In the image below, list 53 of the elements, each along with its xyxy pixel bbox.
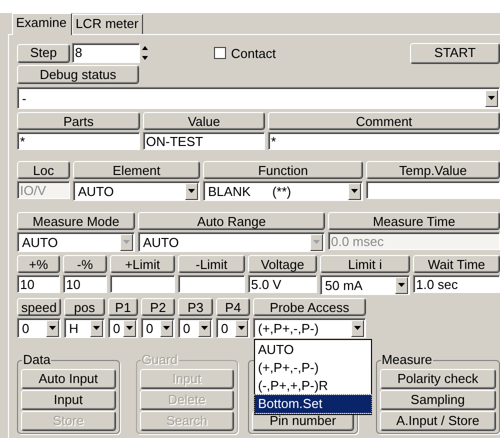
column-header-button[interactable]: -Limit xyxy=(178,255,245,273)
text-field[interactable]: 5.0 V xyxy=(248,275,317,293)
column-header-button[interactable]: +% xyxy=(17,255,60,273)
column-header-button[interactable]: Temp.Value xyxy=(366,161,500,179)
step-button[interactable]: Step xyxy=(17,44,70,62)
column-header-button[interactable]: Function xyxy=(203,161,363,179)
dropdown-option[interactable]: (+,P+,-,P-) xyxy=(255,359,371,377)
group-label: Measure xyxy=(380,353,434,367)
column-header-button[interactable]: Limit i xyxy=(320,255,410,273)
column-header-button[interactable]: pos xyxy=(64,298,105,316)
dropdown-option[interactable]: AUTO xyxy=(255,341,371,359)
checkbox[interactable] xyxy=(214,47,226,59)
text-field[interactable]: 10 xyxy=(17,275,60,293)
column-header-button[interactable]: speed xyxy=(17,298,61,316)
text-field[interactable] xyxy=(366,181,500,199)
group-label: Data xyxy=(22,353,52,367)
contact-label: Contact xyxy=(231,46,276,60)
column-header-button[interactable]: Element xyxy=(73,161,200,179)
column-header-button[interactable]: Comment xyxy=(268,112,500,130)
action-button[interactable]: Polarity check xyxy=(380,369,496,389)
text-field[interactable]: ON-TEST xyxy=(143,132,265,150)
column-header-button[interactable]: Wait Time xyxy=(413,255,500,273)
column-header-button[interactable]: Loc xyxy=(17,161,70,179)
column-header-button[interactable]: Auto Range xyxy=(138,212,325,230)
column-header-button[interactable]: P4 xyxy=(216,298,250,316)
column-header-button[interactable]: Measure Mode xyxy=(17,212,135,230)
text-field[interactable]: 1.0 sec xyxy=(413,275,500,293)
column-header-button[interactable]: +Limit xyxy=(110,255,175,273)
action-button[interactable]: Input xyxy=(21,390,116,410)
action-button[interactable]: Sampling xyxy=(380,390,496,410)
column-header-button[interactable]: Probe Access xyxy=(253,298,366,316)
text-field[interactable]: 10 xyxy=(63,275,107,293)
column-header-button[interactable]: Measure Time xyxy=(328,212,500,230)
text-field[interactable] xyxy=(178,275,245,293)
column-header-button[interactable]: P2 xyxy=(141,298,175,316)
tab[interactable]: Examine xyxy=(12,13,72,35)
column-header-button[interactable]: P1 xyxy=(108,298,138,316)
dropdown-option[interactable]: Bottom.Set xyxy=(255,395,371,413)
action-button[interactable]: Auto Input xyxy=(21,369,116,389)
start-button[interactable]: START xyxy=(410,42,500,64)
action-button[interactable]: A.Input / Store xyxy=(380,411,496,431)
text-field[interactable]: * xyxy=(17,132,140,150)
text-field[interactable] xyxy=(110,275,175,293)
step-field[interactable]: 8 xyxy=(72,43,140,63)
column-header-button[interactable]: Voltage xyxy=(248,255,317,273)
column-header-button[interactable]: Value xyxy=(143,112,265,130)
column-header-button[interactable]: Parts xyxy=(17,112,140,130)
dropdown-option[interactable]: (-,P+,+,P-)R xyxy=(255,377,371,395)
text-field[interactable]: * xyxy=(268,132,500,150)
tab[interactable]: LCR meter xyxy=(72,14,144,34)
column-header-button[interactable]: -% xyxy=(63,255,107,273)
column-header-button[interactable]: P3 xyxy=(178,298,213,316)
debug-status-button[interactable]: Debug status xyxy=(17,65,139,84)
